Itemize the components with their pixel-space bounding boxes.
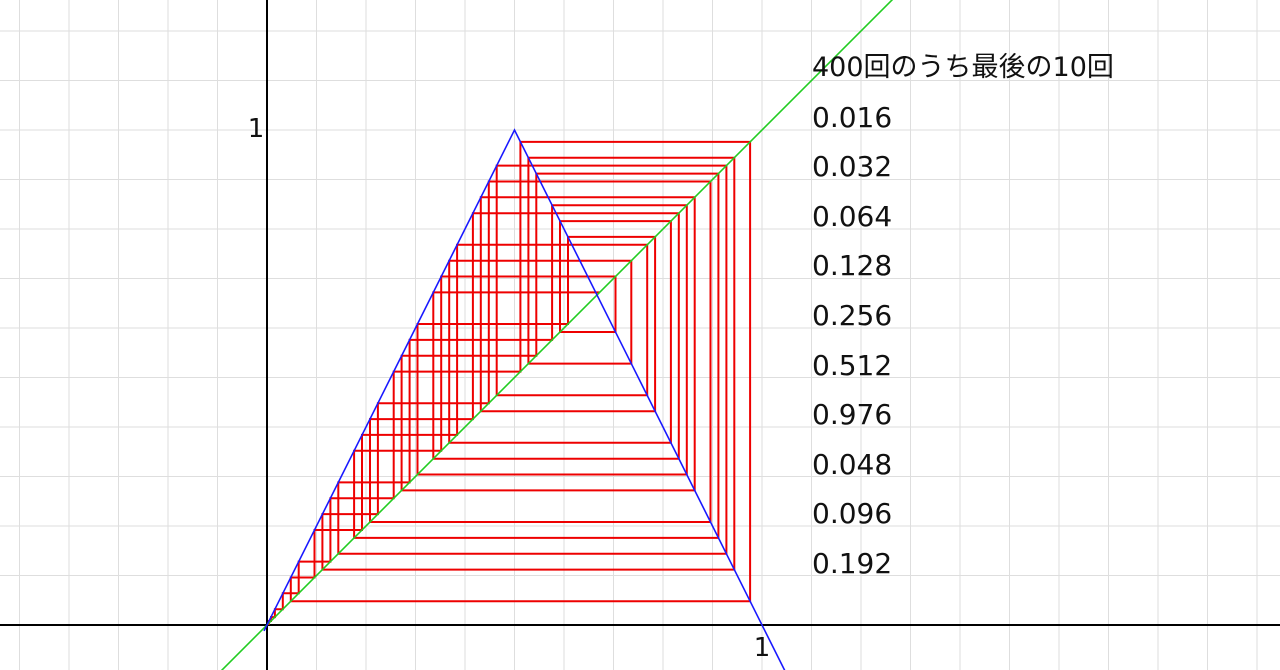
x-tick-label-1: 1 — [754, 633, 771, 663]
value-item: 0.512 — [812, 348, 893, 382]
values-title: 400回のうち最後の10回 — [812, 52, 1114, 83]
value-item: 0.032 — [812, 150, 893, 184]
value-item: 0.976 — [812, 398, 893, 432]
value-item: 0.048 — [812, 447, 893, 481]
value-item: 0.016 — [812, 100, 893, 134]
iteration-values-list: 400回のうち最後の10回 0.016 0.032 0.064 0.128 0.… — [812, 48, 1114, 594]
value-item: 0.064 — [812, 199, 893, 233]
value-item: 0.128 — [812, 249, 893, 283]
value-item: 0.096 — [812, 497, 893, 531]
value-item: 0.192 — [812, 546, 893, 580]
y-tick-label-1: 1 — [248, 114, 265, 144]
value-item: 0.256 — [812, 298, 893, 332]
